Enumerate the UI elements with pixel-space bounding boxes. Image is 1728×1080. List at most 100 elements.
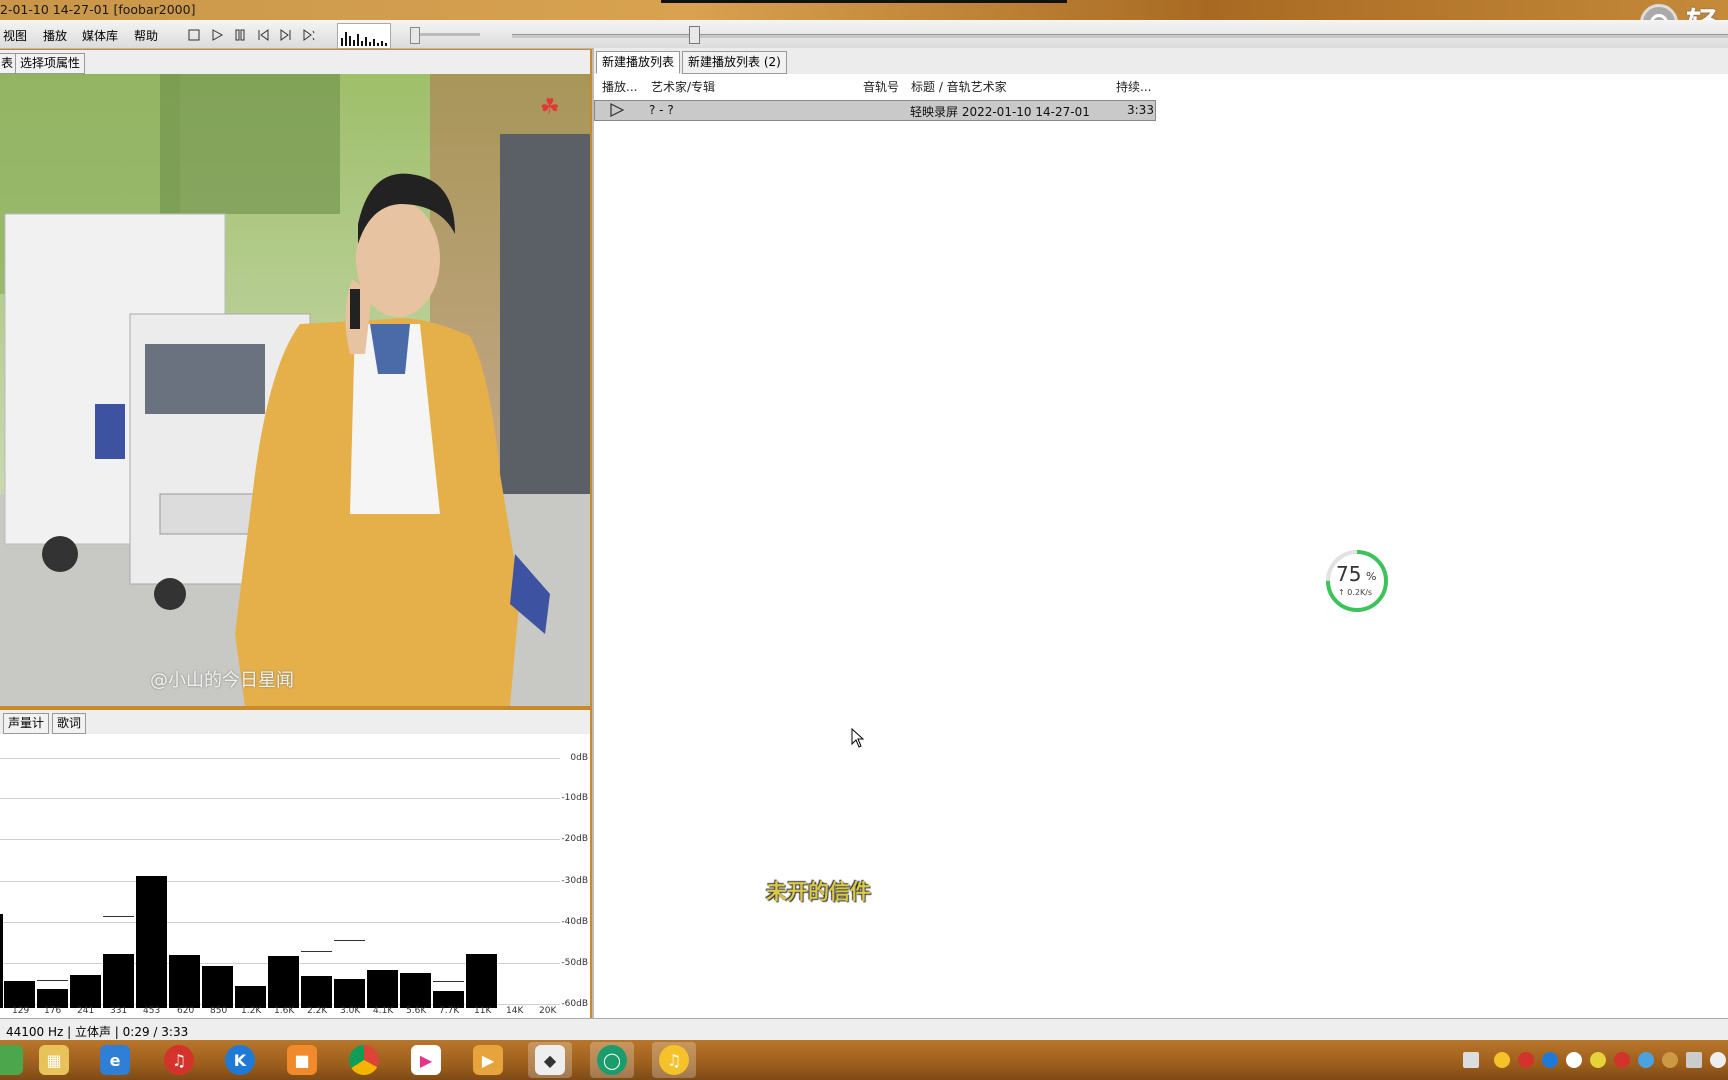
- playlist-header: 播放... 艺术家/专辑 音轨号 标题 / 音轨艺术家 持续...: [594, 74, 1728, 96]
- column-duration[interactable]: 持续...: [1116, 78, 1151, 95]
- taskbar-kugou[interactable]: K: [218, 1042, 262, 1078]
- taskbar-chrome[interactable]: [342, 1042, 386, 1078]
- foobar-icon: ◆: [535, 1045, 565, 1075]
- taskbar: ▦ e ♫ K ■ ▶ ▶ ◆ ◯ ♫: [0, 1040, 1728, 1080]
- qq-music-tray-icon[interactable]: [1494, 1052, 1510, 1068]
- spectrum-analyzer: 0dB -10dB -20dB -30dB -40dB -50dB -60dB …: [0, 734, 590, 1018]
- freq-label: 129: [12, 1006, 30, 1016]
- menu-playback[interactable]: 播放: [43, 27, 67, 44]
- taskbar-explorer[interactable]: ▦: [32, 1042, 76, 1078]
- db-label: -60dB: [561, 999, 588, 1009]
- freq-label: 850: [210, 1006, 228, 1016]
- taskbar-app-orange[interactable]: ■: [280, 1042, 324, 1078]
- column-track-number[interactable]: 音轨号: [863, 78, 899, 95]
- network-tray-icon[interactable]: [1686, 1052, 1702, 1068]
- spectrum-bar: [103, 954, 134, 1008]
- kugou-icon: K: [225, 1045, 255, 1075]
- power-tray-icon[interactable]: [1566, 1052, 1582, 1068]
- taskbar-recorder[interactable]: ◯: [590, 1042, 634, 1078]
- spectrum-bar: [4, 981, 35, 1008]
- taskbar-foobar[interactable]: ◆: [528, 1042, 572, 1078]
- previous-button[interactable]: [255, 27, 271, 43]
- netease-music-icon: ♫: [164, 1045, 194, 1075]
- tab-lyrics[interactable]: 歌词: [52, 713, 87, 734]
- volume-tray-icon[interactable]: [1710, 1052, 1726, 1068]
- ie-browser-icon: e: [100, 1045, 130, 1075]
- random-button[interactable]: [301, 27, 317, 43]
- speed-rate: ↑ 0.2K/s: [1338, 588, 1373, 597]
- freq-label: 5.6K: [406, 1006, 427, 1016]
- security-tray-icon[interactable]: [1590, 1052, 1606, 1068]
- tab-volume-meter[interactable]: 声量计: [3, 713, 50, 734]
- freq-label: 4.1K: [373, 1006, 394, 1016]
- playlist-panel: 新建播放列表 新建播放列表 (2) 播放... 艺术家/专辑 音轨号 标题 / …: [592, 48, 1728, 1018]
- freq-label: 1.2K: [241, 1006, 262, 1016]
- left-panel-tabs: 表 选择项属性: [0, 50, 590, 75]
- visualization-tabs: 声量计 歌词: [0, 710, 590, 735]
- tool-tray-icon[interactable]: [1662, 1052, 1678, 1068]
- taskbar-netease-music[interactable]: ♫: [157, 1042, 201, 1078]
- start-orb-icon: [0, 1045, 23, 1075]
- mini-spectrum-visualization: [337, 23, 391, 49]
- playlist-tabs: 新建播放列表 新建播放列表 (2): [594, 48, 1728, 75]
- spectrum-peak: [301, 951, 332, 952]
- pause-button[interactable]: [232, 27, 248, 43]
- volume-slider-handle[interactable]: [410, 27, 420, 44]
- column-title-artist[interactable]: 标题 / 音轨艺术家: [911, 78, 1007, 95]
- playlist-row[interactable]: ? - ? 轻映录屏 2022-01-10 14-27-01 3:33: [594, 100, 1156, 121]
- menu-view[interactable]: 视图: [3, 27, 27, 44]
- netease-tray-icon[interactable]: [1518, 1052, 1534, 1068]
- folder-icon: ▦: [39, 1045, 69, 1075]
- column-playing[interactable]: 播放...: [602, 78, 637, 95]
- freq-label: 453: [143, 1006, 161, 1016]
- menu-help[interactable]: 帮助: [134, 27, 158, 44]
- db-label: -40dB: [561, 917, 588, 927]
- freq-label: 331: [110, 1006, 128, 1016]
- mail-tray-icon[interactable]: [1638, 1052, 1654, 1068]
- spectrum-bar: [70, 975, 101, 1008]
- tab-playlist-new-2[interactable]: 新建播放列表 (2): [682, 51, 787, 74]
- db-label: -50dB: [561, 958, 588, 968]
- stop-button[interactable]: [186, 27, 202, 43]
- network-speed-widget[interactable]: 75 % ↑ 0.2K/s: [1325, 549, 1389, 613]
- chrome-icon: [349, 1045, 379, 1075]
- video-scene-image: ☘: [0, 74, 590, 706]
- now-playing-icon: [609, 103, 625, 120]
- video-player-icon: ▶: [473, 1045, 503, 1075]
- spectrum-peak: [37, 980, 68, 981]
- random-icon: [303, 29, 315, 41]
- play-icon: [212, 29, 224, 41]
- freq-label: 176: [44, 1006, 62, 1016]
- next-button[interactable]: [278, 27, 294, 43]
- row-artist-album: ? - ?: [649, 103, 674, 117]
- keyboard-tray-icon[interactable]: [1463, 1052, 1479, 1068]
- spectrum-bar: [202, 966, 233, 1008]
- freq-label: 3.0K: [340, 1006, 361, 1016]
- db-label: -30dB: [561, 876, 588, 886]
- netease-music-tray-icon[interactable]: [1614, 1052, 1630, 1068]
- tab-selection-properties[interactable]: 选择项属性: [15, 53, 86, 74]
- tab-playlist-new[interactable]: 新建播放列表: [596, 51, 681, 74]
- taskbar-qq-music[interactable]: ♫: [652, 1042, 696, 1078]
- taskbar-video-player[interactable]: ▶: [466, 1042, 510, 1078]
- taskbar-ie[interactable]: e: [93, 1042, 137, 1078]
- freq-label: 241: [77, 1006, 95, 1016]
- freq-label: 14K: [506, 1006, 524, 1016]
- column-artist-album[interactable]: 艺术家/专辑: [651, 78, 715, 95]
- recording-indicator-bar: [661, 0, 1067, 3]
- taskbar-start-button[interactable]: [0, 1042, 30, 1078]
- db-label: -20dB: [561, 834, 588, 844]
- spectrum-bar: [367, 970, 398, 1008]
- volume-slider-track[interactable]: [410, 33, 480, 36]
- menu-library[interactable]: 媒体库: [82, 27, 118, 44]
- seek-bar-handle[interactable]: [689, 26, 700, 44]
- orange-app-icon: ■: [287, 1045, 317, 1075]
- taskbar-youku[interactable]: ▶: [404, 1042, 448, 1078]
- video-watermark: @小山的今日星闻: [150, 670, 294, 691]
- stop-icon: [188, 29, 200, 41]
- row-title: 轻映录屏 2022-01-10 14-27-01: [910, 105, 1090, 119]
- freq-label: 2.2K: [307, 1006, 328, 1016]
- play-button[interactable]: [209, 27, 225, 43]
- recorder-app-icon: ◯: [597, 1045, 627, 1075]
- kugou-tray-icon[interactable]: [1542, 1052, 1558, 1068]
